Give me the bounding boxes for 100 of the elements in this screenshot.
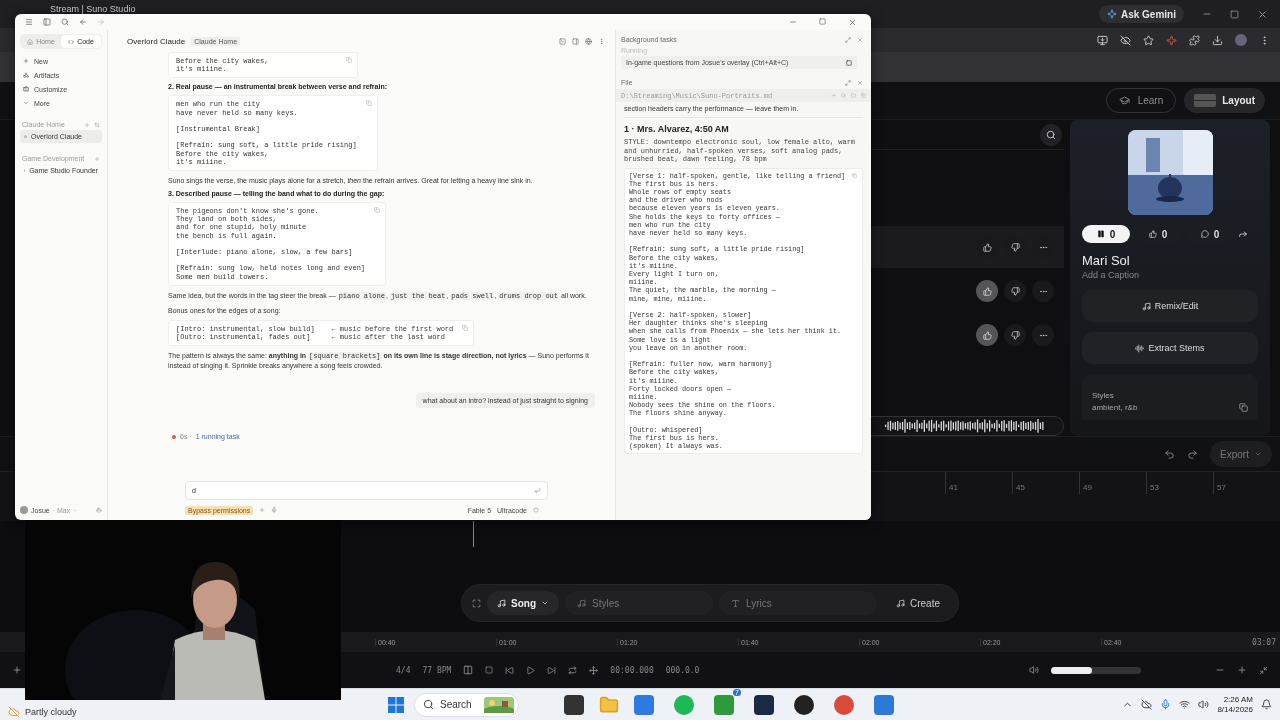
caption-link[interactable]: Add a Caption — [1082, 270, 1258, 280]
loop-icon[interactable] — [568, 665, 578, 675]
star-icon[interactable] — [1143, 34, 1154, 46]
thumbs-up-icon — [982, 242, 992, 252]
globe-icon[interactable] — [585, 37, 592, 45]
tempo: 77 BPM — [422, 665, 452, 675]
time-display: 00:00.000 — [610, 665, 654, 675]
code-icon — [68, 38, 75, 45]
folder-icon[interactable] — [599, 694, 619, 715]
end-time: 03:07 — [1251, 637, 1276, 647]
sparkle-icon — [1106, 9, 1117, 19]
styles-value: ambient, r&b — [1092, 403, 1138, 412]
start-icon[interactable] — [388, 696, 404, 713]
caret-icon — [541, 599, 549, 607]
music-note-icon — [1141, 301, 1151, 311]
mic-icon[interactable] — [271, 507, 278, 513]
bot-icon[interactable] — [96, 507, 102, 513]
copy-icon[interactable] — [1239, 403, 1248, 412]
bar-number: 53 — [1150, 483, 1159, 492]
thumbs-up-icon — [982, 286, 992, 296]
wifi-icon[interactable] — [1179, 699, 1191, 710]
weather-icon — [8, 705, 20, 718]
search-icon — [423, 699, 434, 710]
text-icon — [731, 598, 740, 608]
menu-icon[interactable] — [25, 18, 33, 26]
share-icon[interactable] — [1238, 229, 1248, 239]
sort-icon[interactable] — [94, 121, 100, 128]
puzzle-icon[interactable] — [1189, 34, 1200, 46]
add-track-icon[interactable] — [12, 665, 22, 675]
thumbs-down-icon — [1010, 330, 1020, 340]
audio-lines-icon — [1135, 343, 1145, 353]
chat-title: Overlord Claude — [127, 36, 186, 46]
cloud-off-icon[interactable] — [1141, 699, 1153, 710]
search-button[interactable] — [1040, 123, 1062, 146]
close-icon[interactable] — [848, 17, 857, 27]
user-avatar — [20, 506, 28, 514]
zoom-in-icon[interactable] — [1237, 665, 1247, 675]
rewind-icon[interactable] — [505, 665, 515, 675]
expand-icon[interactable] — [472, 598, 481, 608]
expand-icon[interactable] — [845, 36, 851, 43]
stop-icon[interactable] — [485, 666, 494, 674]
clock-time: 2:26 AM — [1223, 695, 1253, 704]
terminal-icon[interactable] — [559, 37, 566, 45]
thumbs-up-icon — [982, 330, 992, 340]
volume-icon[interactable] — [1198, 699, 1210, 710]
search-field[interactable]: Search — [414, 692, 519, 717]
bar-number: 41 — [949, 483, 958, 492]
download-icon[interactable] — [1212, 34, 1223, 46]
thumbs-up-button[interactable] — [976, 280, 998, 303]
pause-icon — [1096, 230, 1105, 238]
time-signature: 4/4 — [396, 665, 411, 675]
maximize-icon[interactable] — [1230, 9, 1239, 19]
thumbs-down-icon — [1010, 242, 1020, 252]
browser-tab[interactable]: Stream | Suno Studio — [50, 4, 136, 14]
create-button[interactable]: Create — [888, 591, 948, 615]
sidebar-icon[interactable] — [43, 18, 51, 26]
mic-icon[interactable] — [1160, 699, 1172, 710]
thumbs-down-button[interactable] — [1004, 280, 1026, 303]
play-icon[interactable] — [526, 665, 536, 675]
weather-text: Partly cloudy — [25, 706, 77, 717]
fast-forward-icon[interactable] — [547, 665, 557, 675]
thumbs-down-button[interactable] — [1004, 324, 1026, 347]
caret-icon — [1253, 450, 1262, 458]
extract-stems-button[interactable]: Extract Stems — [1082, 332, 1258, 364]
extension-icon[interactable] — [1166, 34, 1177, 46]
panel-icon[interactable] — [572, 37, 579, 45]
comment-icon — [1200, 230, 1209, 238]
eye-off-icon[interactable] — [1120, 34, 1131, 46]
volume-slider[interactable] — [1051, 666, 1141, 674]
styles-field[interactable]: Styles — [565, 591, 713, 615]
music-note-icon — [577, 598, 586, 608]
music-note-icon — [497, 598, 506, 608]
status-dot — [172, 434, 176, 439]
bar-number: 49 — [1083, 483, 1092, 492]
back-icon[interactable] — [79, 18, 87, 26]
expand-icon[interactable] — [845, 79, 851, 86]
close-icon[interactable] — [1257, 8, 1268, 20]
install-icon[interactable] — [1097, 34, 1108, 46]
layout-button[interactable]: Layout — [1184, 88, 1265, 113]
song-mode-button[interactable]: Song — [487, 591, 559, 615]
redo-icon[interactable] — [1187, 448, 1198, 460]
music-note-icon — [896, 598, 905, 608]
undo-icon[interactable] — [1164, 448, 1175, 460]
ask-button[interactable]: Ask Gemini — [1098, 5, 1184, 23]
clock-date: 8/14/2026 — [1217, 705, 1253, 714]
bar-number: 45 — [1016, 483, 1025, 492]
remix-button[interactable]: Remix/Edit — [1082, 290, 1258, 322]
profile-avatar[interactable] — [1235, 34, 1247, 46]
song-title: Mari Sol — [1082, 253, 1131, 268]
pause-button[interactable]: 0 — [1082, 225, 1130, 243]
search-icon[interactable] — [61, 18, 69, 26]
chevron-icon — [23, 100, 29, 106]
export-button[interactable]: Export — [1210, 441, 1272, 467]
lyrics-field[interactable]: Lyrics — [719, 591, 877, 615]
thumbs-up-button[interactable] — [976, 324, 998, 347]
maximize-icon[interactable] — [819, 17, 826, 25]
stop-icon[interactable] — [846, 59, 852, 66]
volume-icon[interactable] — [1029, 665, 1039, 675]
bell-icon[interactable] — [1261, 699, 1272, 710]
plus-icon — [23, 58, 29, 64]
